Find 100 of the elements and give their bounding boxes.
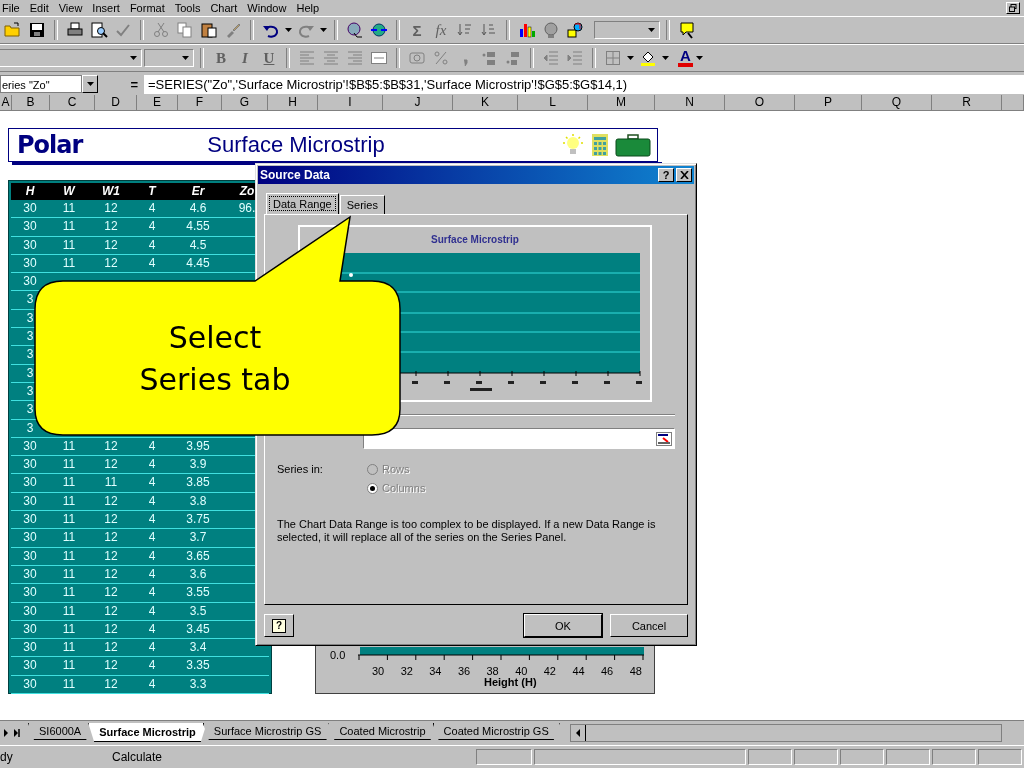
- table-cell: 12: [104, 237, 118, 252]
- table-cell: 4: [148, 640, 156, 655]
- sheet-tab[interactable]: Coated Microstrip GS: [432, 723, 560, 740]
- table-cell: 4: [148, 493, 156, 508]
- table-cell: 12: [104, 512, 118, 527]
- table-cell: 4: [148, 585, 156, 600]
- paste-function-button[interactable]: fx: [430, 19, 452, 41]
- help-icon[interactable]: [678, 21, 696, 39]
- paste-icon[interactable]: [200, 21, 218, 39]
- open-folder-icon[interactable]: [4, 21, 22, 39]
- caret-icon[interactable]: [129, 56, 137, 60]
- axis-label: 48: [629, 665, 642, 677]
- table-cell: 30: [23, 621, 37, 636]
- formula-field[interactable]: =SERIES("Zo",'Surface Microstrip'!$B$5:$B$31,'Surface Microstrip'!$G$5:$G$14,1): [144, 74, 1024, 94]
- table-cell: 12: [104, 438, 118, 453]
- table-cell: 12: [104, 493, 118, 508]
- sheet-tab[interactable]: Surface Microstrip: [88, 723, 207, 742]
- font-size-field[interactable]: [144, 49, 194, 67]
- axis-title: Height (H): [484, 676, 537, 688]
- table-cell: 3.35: [186, 658, 210, 673]
- column-heading: W: [62, 183, 77, 200]
- table-cell: 3.85: [186, 475, 210, 490]
- name-box-dropdown[interactable]: [82, 75, 98, 93]
- table-cell: 11: [62, 603, 76, 618]
- tab[interactable]: Series: [339, 195, 385, 214]
- status-panel: [748, 749, 792, 765]
- table-cell: 30: [23, 585, 37, 600]
- table-cell: 12: [104, 676, 118, 691]
- table-cell: 12: [104, 658, 118, 673]
- web-toolbar-icon[interactable]: [370, 21, 388, 39]
- table-cell: 11: [62, 493, 76, 508]
- column-heading: Zo: [238, 183, 256, 200]
- caret-icon[interactable]: [320, 28, 327, 32]
- help-button[interactable]: ?: [264, 614, 294, 637]
- table-cell: 4.55: [186, 219, 210, 234]
- name-box[interactable]: eries "Zo": [0, 75, 82, 93]
- table-cell: 11: [62, 676, 76, 691]
- merge-center-icon[interactable]: [370, 49, 388, 67]
- fill-color-icon[interactable]: [639, 49, 657, 67]
- axis-label: 0.0: [330, 649, 346, 661]
- table-cell: 11: [62, 585, 76, 600]
- chart-title: Surface Microstrip: [431, 234, 519, 245]
- table-cell: 3.6: [189, 566, 207, 581]
- table-cell: 11: [62, 475, 76, 490]
- status-panel: [932, 749, 976, 765]
- save-icon[interactable]: [28, 21, 46, 39]
- table-cell: 12: [104, 585, 118, 600]
- dialog-button[interactable]: Cancel: [610, 614, 688, 637]
- caret-icon[interactable]: [662, 56, 669, 60]
- caret-icon[interactable]: [181, 56, 189, 60]
- zoom-field[interactable]: [594, 21, 660, 39]
- status-panel: [476, 749, 532, 765]
- dialog-button[interactable]: OK: [524, 614, 602, 637]
- caret-icon[interactable]: [695, 56, 703, 60]
- table-cell: 12: [104, 201, 118, 215]
- table-cell: 11: [104, 475, 118, 490]
- table-cell: 11: [62, 512, 76, 527]
- tab[interactable]: Data Range: [266, 193, 339, 214]
- table-cell: 11: [62, 640, 76, 655]
- caret-icon[interactable]: [285, 28, 292, 32]
- restore-window-button[interactable]: [1006, 2, 1020, 14]
- table-cell: 30: [23, 219, 37, 234]
- status-panel: [886, 749, 930, 765]
- table-cell: 4: [148, 603, 156, 618]
- table-cell: 30: [23, 676, 37, 691]
- caret-icon[interactable]: [627, 56, 634, 60]
- table-cell: 30: [23, 548, 37, 563]
- print-icon[interactable]: [66, 21, 84, 39]
- data-range-field[interactable]: [363, 428, 675, 449]
- column-heading: H: [24, 183, 36, 200]
- horizontal-scrollbar[interactable]: [569, 724, 1002, 742]
- table-cell: 3: [26, 383, 34, 398]
- print-preview-icon[interactable]: [90, 21, 108, 39]
- collapse-dialog-icon[interactable]: [656, 431, 672, 446]
- caret-icon[interactable]: [647, 28, 655, 32]
- status-panel: [840, 749, 884, 765]
- table-cell: 4: [148, 621, 156, 636]
- table-cell: 30: [23, 201, 37, 215]
- next-sheet-icon[interactable]: [1, 727, 11, 739]
- table-cell: 11: [62, 438, 76, 453]
- lightbulb-icon: [561, 133, 585, 157]
- help-button[interactable]: ?: [658, 168, 674, 182]
- table-cell: 3: [26, 292, 34, 307]
- globe-icon[interactable]: [346, 21, 364, 39]
- table-cell: 4: [148, 530, 156, 545]
- font-name-field[interactable]: [0, 49, 142, 67]
- chart-wizard-icon[interactable]: [518, 21, 536, 39]
- table-cell: 3.55: [186, 585, 210, 600]
- scroll-left-icon[interactable]: [574, 729, 581, 737]
- copy-icon[interactable]: [176, 21, 194, 39]
- table-cell: 30: [23, 457, 37, 472]
- last-sheet-icon[interactable]: [12, 727, 22, 739]
- axis-label: 30: [372, 665, 385, 677]
- table-cell: 4: [148, 457, 156, 472]
- font-color-button[interactable]: A: [678, 49, 693, 67]
- axis-label: 34: [429, 665, 442, 677]
- axis-label: 46: [601, 665, 614, 677]
- table-cell: 11: [62, 658, 76, 673]
- table-cell: 11: [62, 219, 76, 234]
- drawing-icon[interactable]: [566, 21, 584, 39]
